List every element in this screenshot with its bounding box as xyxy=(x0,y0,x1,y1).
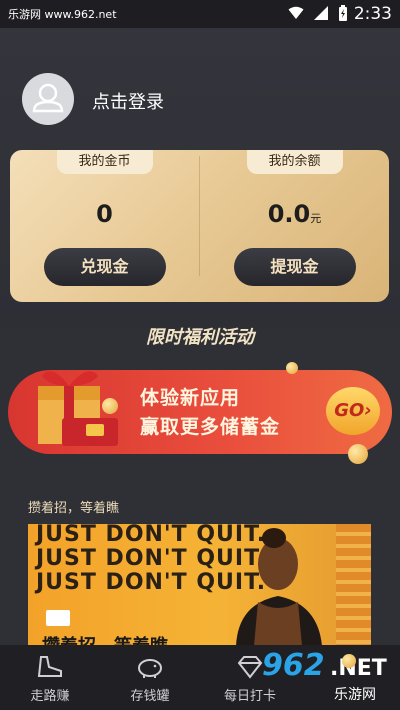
wifi-icon xyxy=(288,6,304,23)
go-button[interactable]: GO› xyxy=(326,387,380,435)
wallet-card: 我的金币 0 兑现金 我的余额 0.0元 提现金 xyxy=(10,150,389,302)
site-watermark-logo: 962 .NET 乐游网 xyxy=(262,648,398,708)
watermark-number: 962 xyxy=(262,648,325,683)
status-bar: 乐游网 www.962.net 2:33 xyxy=(0,0,400,28)
balance-unit: 元 xyxy=(310,212,322,225)
coin-icon xyxy=(348,444,368,464)
status-time: 2:33 xyxy=(353,4,392,24)
balance-value: 0.0元 xyxy=(200,200,389,228)
exchange-cash-button[interactable]: 兑现金 xyxy=(43,248,166,286)
diamond-icon xyxy=(237,655,263,683)
activity-title: 限时福利活动 xyxy=(146,327,254,348)
status-watermark: 乐游网 www.962.net xyxy=(8,8,117,21)
athlete-image xyxy=(218,524,338,646)
ad-caption: 攒着招，等着瞧 xyxy=(28,501,120,516)
withdraw-cash-button[interactable]: 提现金 xyxy=(233,248,356,286)
nav-walk-earn[interactable]: 走路赚 xyxy=(0,645,100,710)
coins-amount: 0 xyxy=(96,200,113,228)
coin-icon xyxy=(102,398,118,414)
shoe-icon xyxy=(37,655,63,683)
balance-amount: 0.0 xyxy=(267,200,311,228)
brand-logo-icon xyxy=(46,610,70,626)
watermark-net: .NET xyxy=(330,656,387,681)
nav-label: 走路赚 xyxy=(30,689,70,704)
promo-headline: 体验新应用 xyxy=(140,387,241,409)
go-button-label: GO xyxy=(334,400,365,421)
coins-label: 我的金币 xyxy=(56,150,153,174)
balance-label: 我的余额 xyxy=(246,150,343,174)
coin-icon xyxy=(342,654,356,668)
battery-icon xyxy=(338,4,348,24)
coins-value: 0 xyxy=(10,200,199,228)
ad-bottom-slogan: 攒着招，等着瞧 xyxy=(42,632,168,646)
coins-column: 我的金币 0 兑现金 xyxy=(10,150,199,302)
nav-label: 存钱罐 xyxy=(130,689,170,704)
promo-subline: 赢取更多储蓄金 xyxy=(140,416,281,438)
signal-icon xyxy=(313,5,328,23)
nav-piggy-bank[interactable]: 存钱罐 xyxy=(100,645,200,710)
watermark-cn: 乐游网 xyxy=(334,687,376,703)
login-link[interactable]: 点击登录 xyxy=(92,88,164,114)
crate-stack xyxy=(336,524,371,646)
ad-banner[interactable]: JUST DON'T QUIT. JUST DON'T QUIT. JUST D… xyxy=(28,524,371,646)
user-avatar-icon[interactable] xyxy=(22,73,74,125)
balance-column: 我的余额 0.0元 提现金 xyxy=(200,150,389,302)
coin-icon xyxy=(286,362,298,374)
piggy-bank-icon xyxy=(135,655,165,683)
